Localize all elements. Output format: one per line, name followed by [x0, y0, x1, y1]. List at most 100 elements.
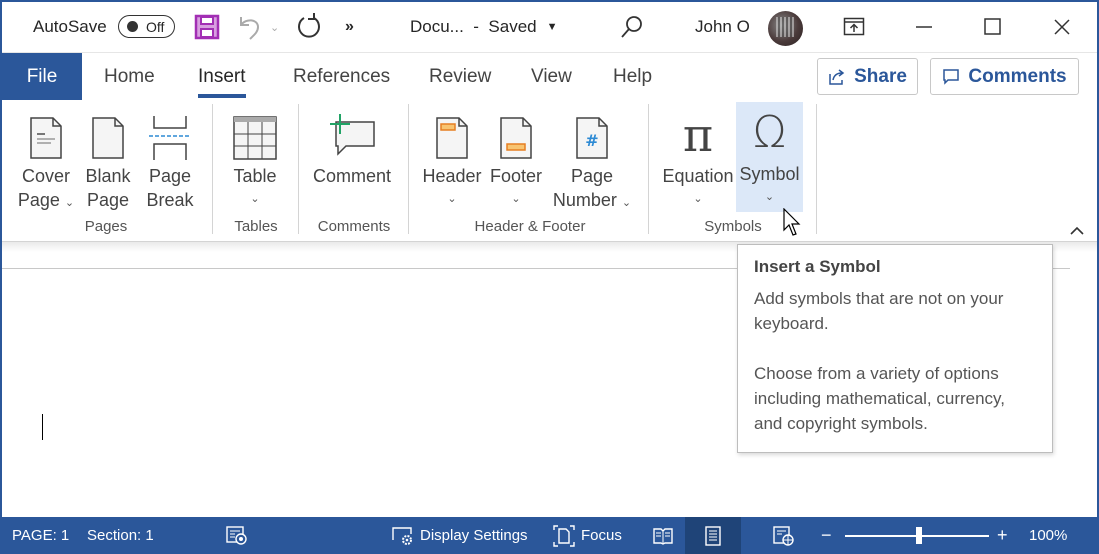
zoom-level[interactable]: 100%	[1029, 517, 1067, 554]
close-icon	[1054, 19, 1070, 35]
ribbon-display-icon	[843, 17, 865, 36]
equation-button[interactable]: π Equation ⌄	[660, 104, 736, 210]
read-mode-button[interactable]	[653, 517, 677, 554]
comments-button[interactable]: Comments	[930, 58, 1079, 95]
new-comment-icon	[328, 104, 376, 160]
save-button[interactable]	[194, 2, 220, 52]
autosave-label: AutoSave	[33, 17, 107, 36]
redo-icon	[298, 13, 320, 38]
display-settings-icon	[392, 526, 412, 545]
tab-insert[interactable]: Insert	[198, 53, 246, 100]
document-title-text: Docu... - Saved	[410, 17, 537, 36]
autosave-toggle[interactable]: Off	[118, 15, 175, 38]
tab-help[interactable]: Help	[613, 53, 652, 100]
minimize-icon	[916, 26, 932, 28]
search-button[interactable]	[620, 2, 644, 52]
zoom-out-button[interactable]: −	[821, 517, 832, 554]
group-separator	[648, 104, 649, 234]
svg-text:#: #	[585, 131, 598, 150]
avatar[interactable]	[768, 11, 803, 46]
symbol-label: Symbol	[739, 164, 800, 184]
tab-view[interactable]: View	[531, 53, 572, 100]
mouse-cursor-icon	[783, 208, 801, 236]
footer-label: Footer	[489, 166, 543, 186]
chevron-down-icon: ⌄	[511, 193, 521, 205]
table-button[interactable]: Table ⌄	[230, 104, 280, 210]
ribbon-display-options-button[interactable]	[843, 2, 865, 52]
web-layout-button[interactable]	[773, 517, 795, 554]
display-settings-button[interactable]: Display Settings	[392, 517, 528, 554]
print-layout-icon	[705, 525, 721, 546]
equation-label: Equation	[662, 166, 734, 186]
cover-page-label-2: Page ⌄	[17, 190, 75, 210]
text-cursor	[42, 414, 43, 440]
table-label: Table	[233, 166, 277, 186]
tooltip-description: Add symbols that are not on your keyboar…	[754, 289, 1004, 333]
tab-review[interactable]: Review	[429, 53, 491, 100]
more-commands-icon[interactable]: »	[345, 2, 354, 52]
footer-button[interactable]: Footer ⌄	[487, 104, 545, 210]
header-button[interactable]: Header ⌄	[422, 104, 482, 210]
share-label: Share	[854, 65, 907, 87]
new-comment-button[interactable]: Comment	[312, 104, 392, 188]
maximize-button[interactable]	[983, 2, 1003, 52]
cover-page-button[interactable]: Cover Page ⌄	[16, 104, 76, 214]
group-label-pages: Pages	[84, 218, 128, 235]
comment-label: Comment	[312, 166, 392, 186]
chevron-down-icon: ⌄	[764, 191, 775, 203]
group-label-comments: Comments	[317, 218, 391, 235]
page-number-button[interactable]: # Page Number ⌄	[550, 104, 634, 214]
blank-page-button[interactable]: Blank Page	[85, 104, 131, 212]
title-dropdown-icon: ▼	[546, 21, 558, 33]
comments-label: Comments	[968, 65, 1067, 87]
close-button[interactable]	[1052, 2, 1072, 52]
blank-page-label-2: Page	[86, 190, 130, 210]
group-separator	[212, 104, 213, 234]
document-title[interactable]: Docu... - Saved ▼	[410, 2, 558, 52]
page-break-button[interactable]: Page Break	[145, 104, 195, 212]
zoom-in-button[interactable]: +	[997, 517, 1008, 554]
toggle-knob	[127, 21, 138, 32]
group-label-tables: Tables	[234, 218, 278, 235]
autosave-state: Off	[146, 18, 165, 35]
ribbon-tabs: File Home Insert References Review View …	[2, 52, 1097, 100]
tooltip-details: Choose from a variety of options includi…	[754, 364, 1006, 433]
group-separator	[816, 104, 817, 234]
minimize-button[interactable]	[914, 2, 934, 52]
focus-button[interactable]: Focus	[553, 517, 622, 554]
status-bar: PAGE: 1 Section: 1 Display Settings Focu…	[0, 517, 1099, 554]
search-icon	[621, 16, 642, 38]
user-name[interactable]: John O	[695, 2, 750, 52]
symbol-tooltip: Insert a Symbol Add symbols that are not…	[737, 244, 1053, 453]
redo-button[interactable]	[295, 2, 323, 52]
footer-icon	[499, 104, 533, 160]
tab-file[interactable]: File	[2, 53, 82, 100]
section-indicator[interactable]: Section: 1	[87, 517, 154, 554]
tab-home[interactable]: Home	[104, 53, 155, 100]
collapse-ribbon-icon[interactable]	[1069, 226, 1085, 236]
cover-page-label-1: Cover	[21, 166, 70, 186]
accessibility-button[interactable]	[226, 517, 248, 554]
focus-icon	[553, 524, 575, 547]
comment-icon	[943, 68, 960, 85]
chevron-down-icon: ⌄	[693, 193, 703, 205]
maximize-icon	[984, 18, 1001, 35]
chevron-down-icon: ⌄	[64, 197, 75, 209]
undo-button[interactable]: ⌄	[236, 2, 279, 52]
equation-icon: π	[682, 108, 714, 162]
symbol-button[interactable]: Ω Symbol ⌄	[736, 102, 803, 212]
save-icon	[194, 14, 220, 40]
ribbon-insert: Cover Page ⌄ Blank Page Page Break Pages…	[2, 100, 1097, 242]
tab-references[interactable]: References	[293, 53, 390, 100]
zoom-slider-thumb[interactable]	[916, 527, 922, 544]
print-layout-button[interactable]	[685, 517, 741, 554]
title-bar: AutoSave Off ⌄ » Docu... - Saved ▼ John …	[2, 2, 1097, 52]
page-break-label-2: Break	[146, 190, 194, 210]
page-break-icon	[147, 104, 193, 160]
group-separator	[298, 104, 299, 234]
undo-dropdown-icon[interactable]: ⌄	[270, 21, 279, 34]
page-indicator[interactable]: PAGE: 1	[12, 517, 69, 554]
focus-label: Focus	[581, 527, 622, 544]
read-mode-icon	[653, 527, 673, 545]
share-button[interactable]: Share	[817, 58, 918, 95]
